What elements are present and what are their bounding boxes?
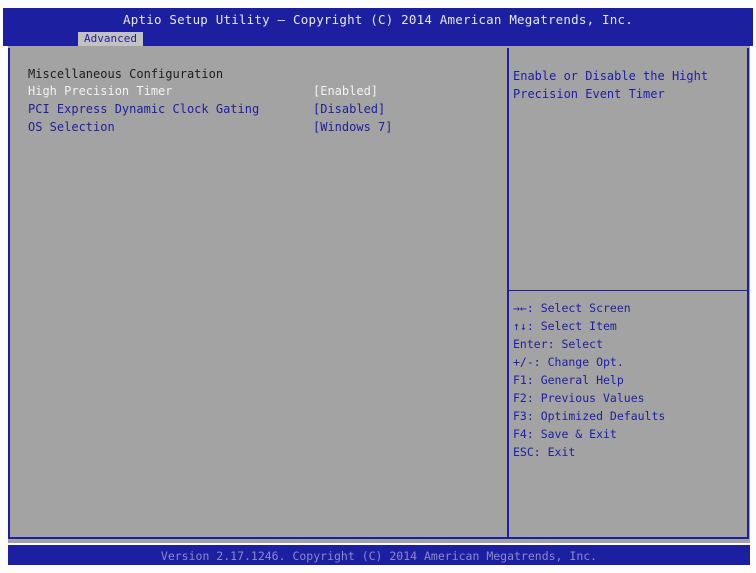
setting-high-precision-timer[interactable]: High Precision Timer	[28, 84, 173, 98]
footer-text: Version 2.17.1246. Copyright (C) 2014 Am…	[160, 549, 598, 563]
tab-advanced[interactable]: Advanced	[78, 32, 143, 46]
setting-os-selection-value[interactable]: [Windows 7]	[313, 120, 392, 134]
bios-screen: Aptio Setup Utility – Copyright (C) 2014…	[0, 0, 756, 573]
key-help-f1: F1: General Help	[513, 373, 624, 387]
header-bar: Aptio Setup Utility – Copyright (C) 2014…	[3, 8, 753, 46]
key-help-select-screen: →←: Select Screen	[513, 301, 631, 315]
key-help-list: →←: Select Screen ↑↓: Select Item Enter:…	[513, 299, 665, 461]
key-help-esc: ESC: Exit	[513, 445, 576, 459]
key-help-enter: Enter: Select	[513, 337, 604, 351]
footer-bar: Version 2.17.1246. Copyright (C) 2014 Am…	[8, 545, 750, 565]
key-help-f4: F4: Save & Exit	[513, 427, 617, 441]
header-title: Aptio Setup Utility – Copyright (C) 2014…	[123, 12, 633, 27]
key-help-select-item: ↑↓: Select Item	[513, 319, 617, 333]
help-text: Enable or Disable the Hight Precision Ev…	[513, 69, 709, 101]
key-help-f3: F3: Optimized Defaults	[513, 409, 666, 423]
setting-pci-express-dynamic-clock-gating-value[interactable]: [Disabled]	[313, 102, 385, 116]
help-separator	[509, 290, 749, 291]
key-help-f2: F2: Previous Values	[513, 391, 645, 405]
setting-high-precision-timer-value[interactable]: [Enabled]	[313, 84, 378, 98]
panel-divider	[507, 48, 509, 539]
setting-pci-express-dynamic-clock-gating[interactable]: PCI Express Dynamic Clock Gating	[28, 102, 259, 116]
setting-os-selection[interactable]: OS Selection	[28, 120, 115, 134]
key-help-change-opt: +/-: Change Opt.	[513, 355, 624, 369]
section-title: Miscellaneous Configuration	[28, 67, 224, 81]
